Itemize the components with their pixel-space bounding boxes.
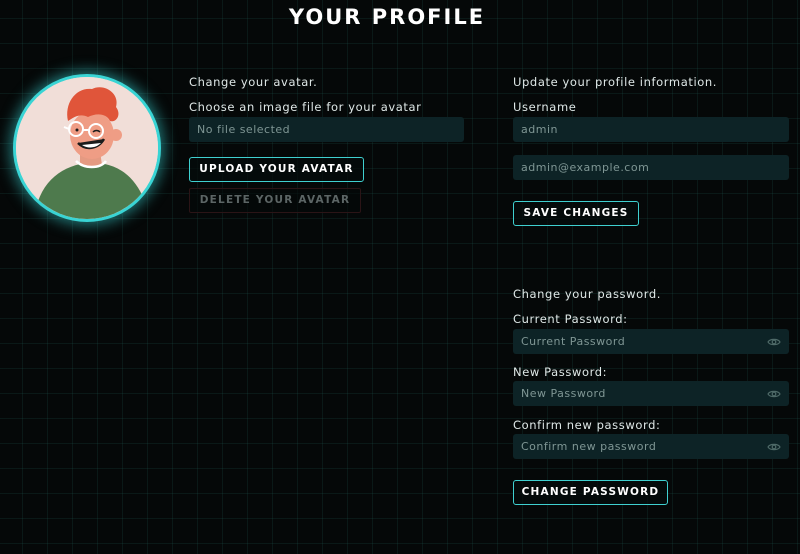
username-label: Username (513, 100, 577, 114)
page-title: YOUR PROFILE (288, 5, 486, 29)
current-password-input[interactable]: Current Password (513, 329, 789, 354)
email-input[interactable]: admin@example.com (513, 155, 789, 180)
new-password-placeholder: New Password (521, 387, 606, 400)
delete-avatar-button[interactable]: DELETE YOUR AVATAR (189, 188, 361, 213)
person-avatar-illustration (16, 77, 158, 219)
upload-avatar-button[interactable]: UPLOAD YOUR AVATAR (189, 157, 364, 182)
confirm-password-label: Confirm new password: (513, 418, 661, 432)
confirm-password-placeholder: Confirm new password (521, 440, 657, 453)
avatar-file-label: Choose an image file for your avatar (189, 100, 422, 114)
new-password-input[interactable]: New Password (513, 381, 789, 406)
new-password-label: New Password: (513, 365, 608, 379)
profile-section-heading: Update your profile information. (513, 75, 718, 89)
eye-icon[interactable] (767, 389, 781, 399)
confirm-password-input[interactable]: Confirm new password (513, 434, 789, 459)
save-changes-button[interactable]: SAVE CHANGES (513, 201, 639, 226)
avatar-section-heading: Change your avatar. (189, 75, 318, 89)
current-password-placeholder: Current Password (521, 335, 626, 348)
avatar (13, 74, 161, 222)
eye-icon[interactable] (767, 337, 781, 347)
username-input[interactable]: admin (513, 117, 789, 142)
current-password-label: Current Password: (513, 312, 628, 326)
avatar-file-input[interactable]: No file selected (189, 117, 464, 142)
change-password-button[interactable]: CHANGE PASSWORD (513, 480, 668, 505)
eye-icon[interactable] (767, 442, 781, 452)
password-section-heading: Change your password. (513, 287, 662, 301)
